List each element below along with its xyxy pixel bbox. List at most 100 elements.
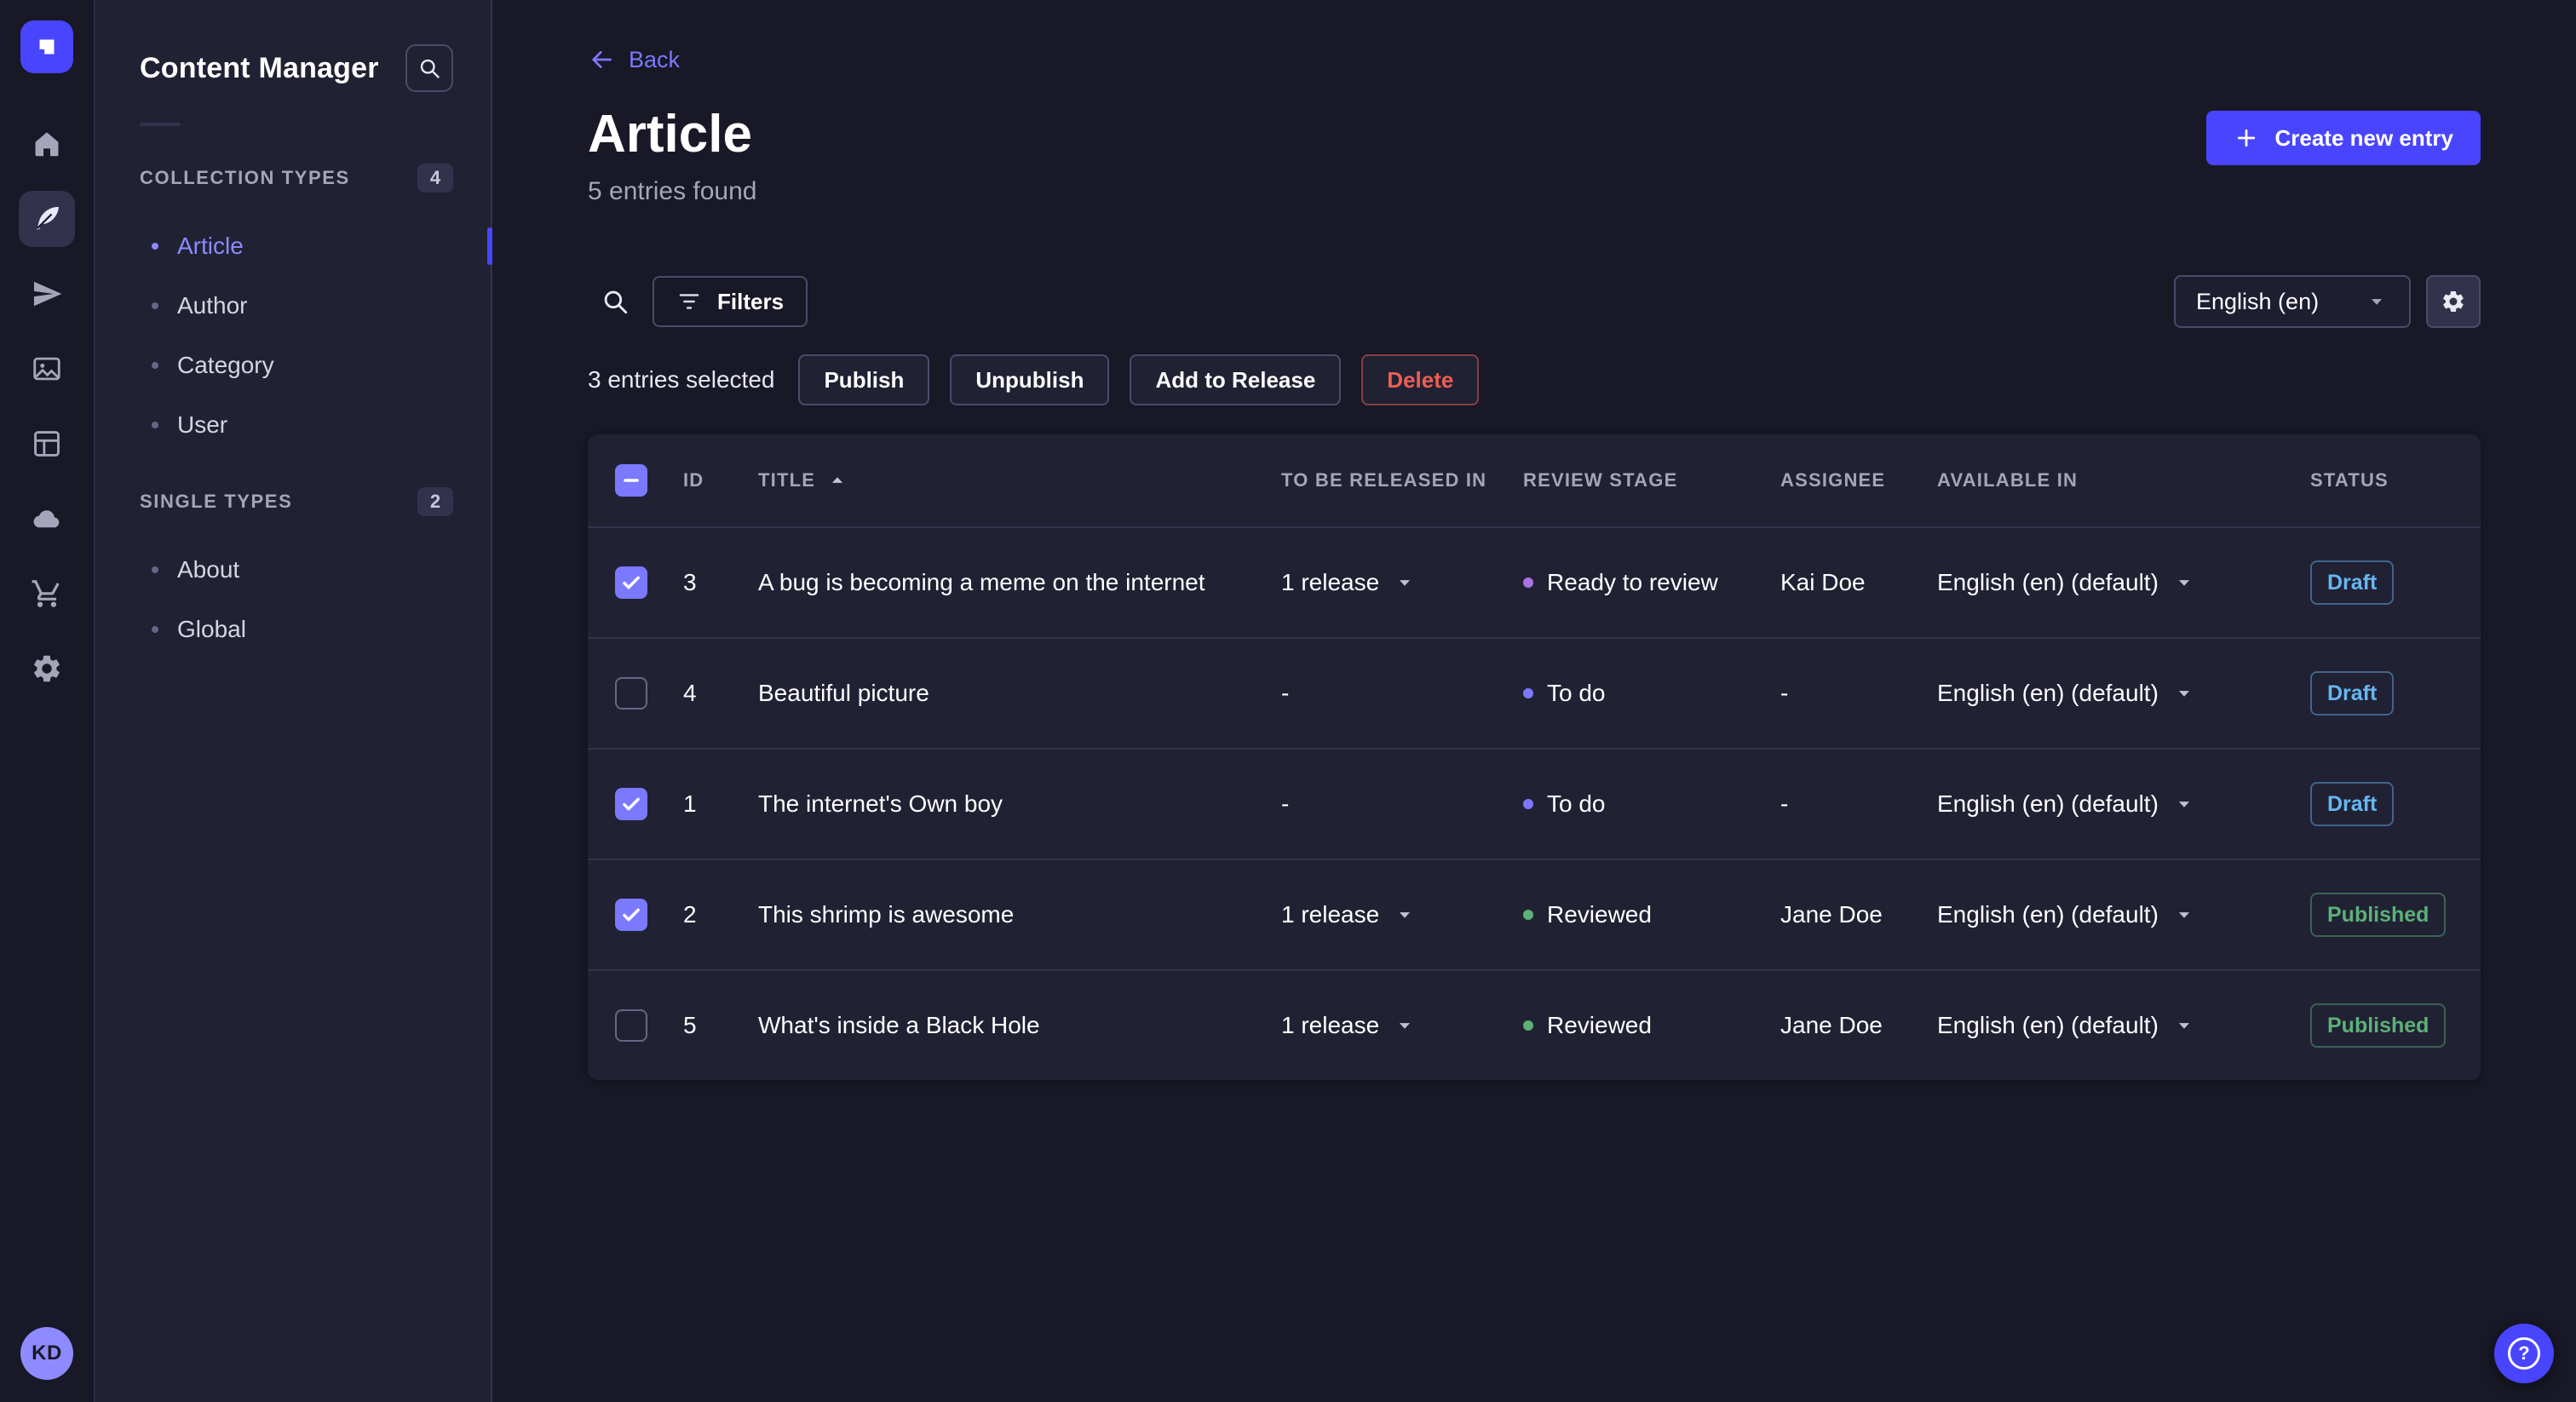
sidebar-item-label: Author — [177, 292, 248, 319]
table-row[interactable]: 5 What's inside a Black Hole 1 release R… — [588, 969, 2481, 1080]
bullet-icon — [152, 243, 158, 250]
sort-asc-icon — [825, 468, 849, 492]
select-all-checkbox[interactable] — [615, 464, 647, 497]
cell-release[interactable]: - — [1281, 790, 1523, 818]
create-new-entry-button[interactable]: Create new entry — [2206, 111, 2481, 165]
cell-available-in[interactable]: English (en) (default) — [1937, 790, 2310, 818]
filters-label: Filters — [717, 288, 785, 314]
back-link[interactable]: Back — [588, 46, 680, 73]
release-text: 1 release — [1281, 901, 1380, 928]
stage-text: Ready to review — [1547, 569, 1718, 595]
cloud-icon — [31, 503, 63, 535]
status-badge: Published — [2310, 893, 2447, 937]
user-avatar[interactable]: KD — [20, 1327, 73, 1380]
main-content: Back Article 5 entries found Create new … — [492, 0, 2576, 1402]
strapi-logo-icon — [32, 32, 61, 61]
sidebar-item-global[interactable]: Global — [95, 600, 491, 659]
nav-settings-button[interactable] — [19, 641, 75, 697]
row-checkbox[interactable] — [615, 788, 647, 820]
stage-dot-icon — [1523, 1020, 1533, 1031]
sidebar-item-user[interactable]: User — [95, 395, 491, 455]
cell-available-in[interactable]: English (en) (default) — [1937, 901, 2310, 928]
delete-button[interactable]: Delete — [1361, 354, 1480, 405]
cell-available-in[interactable]: English (en) (default) — [1937, 1012, 2310, 1039]
sidebar-item-label: Category — [177, 352, 274, 378]
page-title: Article — [588, 105, 752, 164]
nav-home-button[interactable] — [19, 116, 75, 172]
sidebar-item-about[interactable]: About — [95, 540, 491, 600]
section-label: COLLECTION TYPES — [140, 167, 350, 188]
filter-icon — [676, 289, 702, 314]
sidebar-item-author[interactable]: Author — [95, 276, 491, 336]
checkmark-icon — [620, 572, 642, 594]
nav-content-manager-button[interactable] — [19, 191, 75, 247]
column-header-status[interactable]: STATUS — [2310, 469, 2481, 491]
sidebar-search-button[interactable] — [405, 44, 453, 92]
cell-assignee: - — [1780, 680, 1789, 706]
view-settings-button[interactable] — [2426, 275, 2481, 328]
nav-content-type-builder-button[interactable] — [19, 416, 75, 472]
column-header-available-in[interactable]: AVAILABLE IN — [1937, 469, 2310, 491]
cell-release[interactable]: 1 release — [1281, 569, 1523, 596]
table-row[interactable]: 1 The internet's Own boy - To do - Engli… — [588, 748, 2481, 859]
unpublish-button[interactable]: Unpublish — [950, 354, 1110, 405]
sidebar-item-article[interactable]: Article — [95, 216, 491, 276]
column-header-id[interactable]: ID — [683, 469, 758, 491]
section-label: SINGLE TYPES — [140, 491, 293, 512]
cell-available-in[interactable]: English (en) (default) — [1937, 569, 2310, 596]
stage-dot-icon — [1523, 910, 1533, 920]
nav-releases-button[interactable] — [19, 266, 75, 322]
cell-review-stage: Reviewed — [1523, 901, 1780, 928]
back-label: Back — [629, 46, 681, 72]
bullet-icon — [152, 302, 158, 309]
row-checkbox[interactable] — [615, 566, 647, 599]
cell-review-stage: To do — [1523, 790, 1780, 818]
cell-id: 3 — [683, 569, 697, 595]
locale-text: English (en) (default) — [1937, 790, 2159, 817]
release-text: - — [1281, 790, 1290, 817]
stage-text: Reviewed — [1547, 1012, 1652, 1038]
create-new-entry-label: Create new entry — [2274, 124, 2453, 151]
available-caret-icon — [2172, 681, 2196, 705]
search-button[interactable] — [588, 274, 642, 329]
column-header-title[interactable]: TITLE — [758, 468, 1281, 492]
table-body: 3 A bug is becoming a meme on the intern… — [588, 526, 2481, 1080]
available-caret-icon — [2172, 1014, 2196, 1037]
stage-text: Reviewed — [1547, 901, 1652, 928]
bullet-icon — [152, 626, 158, 633]
sidebar-item-category[interactable]: Category — [95, 336, 491, 395]
cell-release[interactable]: 1 release — [1281, 901, 1523, 928]
add-to-release-button[interactable]: Add to Release — [1130, 354, 1342, 405]
cell-release[interactable]: - — [1281, 680, 1523, 707]
cell-release[interactable]: 1 release — [1281, 1012, 1523, 1039]
filters-button[interactable]: Filters — [653, 276, 808, 327]
sidebar-item-label: About — [177, 556, 240, 583]
picture-icon — [31, 353, 63, 385]
publish-button[interactable]: Publish — [798, 354, 930, 405]
column-header-assignee[interactable]: ASSIGNEE — [1780, 469, 1937, 491]
table-row[interactable]: 3 A bug is becoming a meme on the intern… — [588, 526, 2481, 637]
column-header-release[interactable]: TO BE RELEASED IN — [1281, 469, 1523, 491]
gear-icon — [31, 652, 63, 685]
table-header-row: ID TITLE TO BE RELEASED IN REVIEW STAGE … — [588, 434, 2481, 526]
checkmark-icon — [620, 904, 642, 926]
column-header-review-stage[interactable]: REVIEW STAGE — [1523, 469, 1780, 491]
nav-marketplace-button[interactable] — [19, 566, 75, 622]
status-badge: Draft — [2310, 671, 2395, 715]
table-row[interactable]: 2 This shrimp is awesome 1 release Revie… — [588, 859, 2481, 969]
question-mark-icon: ? — [2508, 1337, 2540, 1370]
cell-available-in[interactable]: English (en) (default) — [1937, 680, 2310, 707]
row-checkbox[interactable] — [615, 677, 647, 710]
nav-cloud-button[interactable] — [19, 491, 75, 547]
available-caret-icon — [2172, 903, 2196, 927]
row-checkbox[interactable] — [615, 1009, 647, 1042]
row-checkbox[interactable] — [615, 899, 647, 931]
strapi-logo[interactable] — [20, 20, 73, 73]
nav-media-library-button[interactable] — [19, 341, 75, 397]
help-button[interactable]: ? — [2494, 1324, 2554, 1383]
locale-select[interactable]: English (en) — [2174, 275, 2411, 328]
sidebar-section: COLLECTION TYPES 4 Article Author Catego… — [95, 150, 491, 455]
gear-icon — [2441, 289, 2466, 314]
bullet-icon — [152, 422, 158, 428]
table-row[interactable]: 4 Beautiful picture - To do - English (e… — [588, 637, 2481, 748]
